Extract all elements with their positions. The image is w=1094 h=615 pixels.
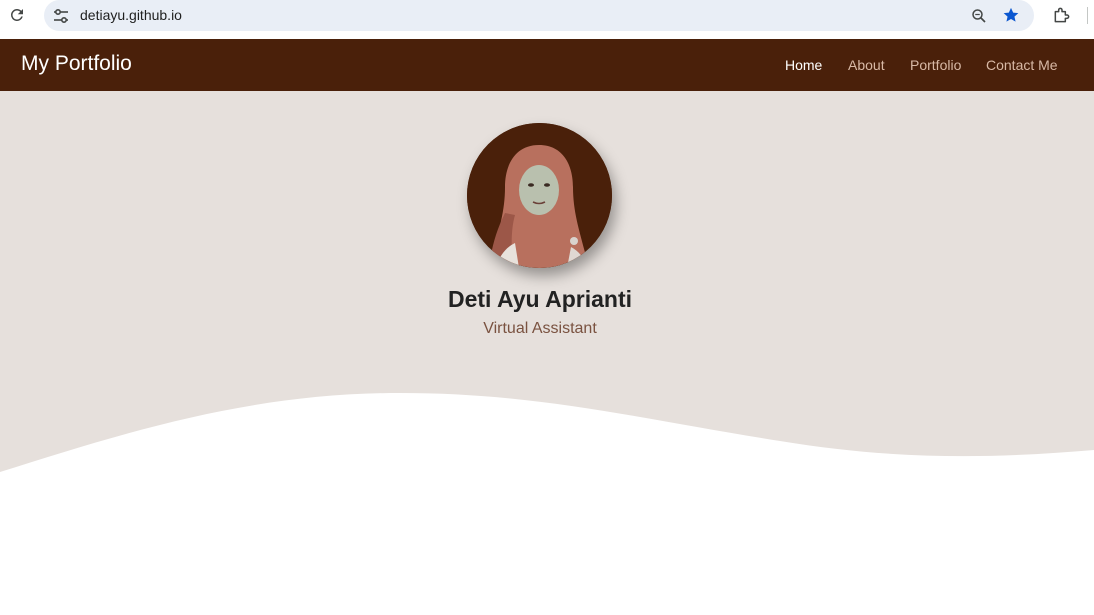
address-bar[interactable]: detiayu.github.io	[44, 0, 1034, 31]
brand-link[interactable]: My Portfolio	[21, 52, 132, 76]
url-text[interactable]: detiayu.github.io	[80, 7, 182, 23]
reload-icon[interactable]	[7, 5, 27, 25]
tune-icon[interactable]	[50, 5, 72, 26]
zoom-icon[interactable]	[968, 5, 990, 26]
browser-toolbar: detiayu.github.io	[0, 0, 1094, 39]
person-name: Deti Ayu Aprianti	[447, 286, 632, 312]
profile-photo	[467, 123, 612, 268]
hero-section: Deti Ayu Aprianti Virtual Assistant	[0, 91, 1094, 491]
person-role: Virtual Assistant	[483, 320, 597, 337]
nav-link-contact[interactable]: Contact Me	[986, 57, 1058, 73]
nav-link-about[interactable]: About	[848, 57, 885, 73]
nav-link-home[interactable]: Home	[785, 57, 822, 73]
nav-link-portfolio[interactable]: Portfolio	[910, 57, 961, 73]
star-icon[interactable]	[1000, 4, 1022, 26]
puzzle-icon[interactable]	[1051, 4, 1073, 26]
site-navbar: My Portfolio Home About Portfolio Contac…	[0, 39, 1094, 91]
toolbar-divider	[1087, 7, 1088, 24]
